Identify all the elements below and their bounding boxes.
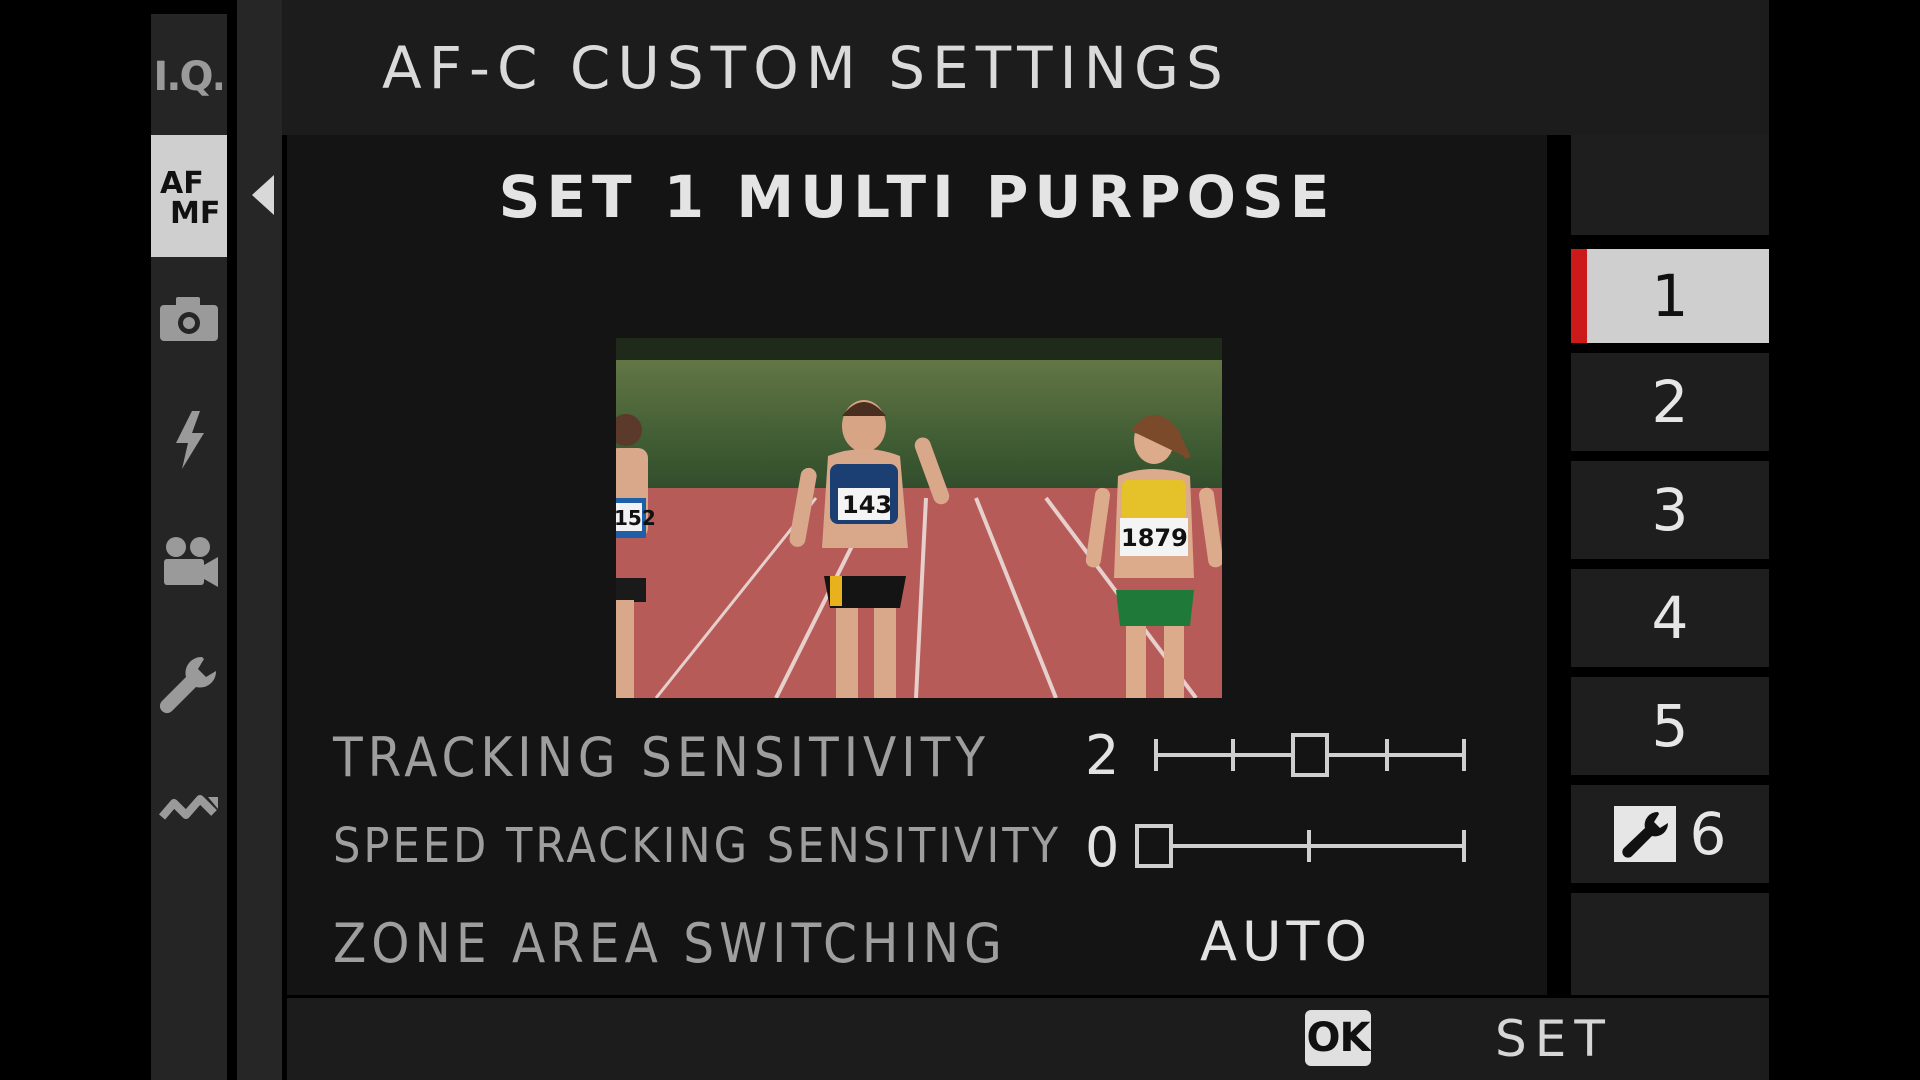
speed-tracking-sensitivity-slider[interactable]: [1132, 818, 1474, 874]
set-item-label: 1: [1651, 262, 1689, 330]
speed-tracking-sensitivity-value: 0: [1085, 816, 1120, 879]
set-item-label: 5: [1651, 692, 1689, 760]
svg-text:MF: MF: [170, 196, 220, 229]
set-item-4[interactable]: 4: [1571, 569, 1769, 667]
zone-area-switching-value[interactable]: AUTO: [1200, 910, 1372, 973]
camera-icon: [160, 297, 218, 341]
movie-tab[interactable]: [151, 501, 227, 623]
set-item-6[interactable]: 6: [1571, 785, 1769, 883]
back-arrow-icon[interactable]: [252, 175, 274, 215]
set-item-1[interactable]: 1: [1571, 249, 1769, 343]
set-item-2[interactable]: 2: [1571, 353, 1769, 451]
set-selector-header: [1571, 135, 1769, 235]
set-item-label: 3: [1651, 476, 1689, 544]
svg-text:143: 143: [842, 491, 892, 519]
shooting-tab[interactable]: [151, 257, 227, 379]
set-action-label: SET: [1495, 1010, 1613, 1068]
zone-area-switching-label: ZONE AREA SWITCHING: [333, 912, 1007, 975]
tracking-slider-knob[interactable]: [1291, 733, 1329, 777]
set-item-5[interactable]: 5: [1571, 677, 1769, 775]
speed-slider-knob[interactable]: [1135, 824, 1173, 868]
wrench-icon: [159, 656, 217, 714]
iq-tab[interactable]: I.Q.: [151, 14, 227, 136]
svg-text:152: 152: [616, 506, 656, 530]
submenu-bar: [237, 0, 282, 1080]
set-selector: 1 2 3 4 5 6: [1571, 135, 1769, 995]
set-item-label: 2: [1651, 368, 1689, 436]
selection-marker: [1571, 249, 1587, 343]
movie-icon: [164, 537, 218, 587]
setup-tab[interactable]: [151, 623, 227, 745]
set-item-3[interactable]: 3: [1571, 461, 1769, 559]
speed-tracking-sensitivity-label: SPEED TRACKING SENSITIVITY: [333, 818, 1062, 874]
af-mf-icon: AF MF: [160, 166, 220, 229]
flash-icon: [176, 411, 204, 469]
set-title: SET 1 MULTI PURPOSE: [498, 163, 1336, 231]
set-item-label: 6: [1689, 800, 1727, 868]
page-title: AF-C CUSTOM SETTINGS: [382, 34, 1230, 102]
connection-icon: [158, 795, 218, 820]
iq-icon: I.Q.: [156, 54, 222, 100]
tracking-sensitivity-value: 2: [1085, 724, 1120, 787]
tracking-sensitivity-label: TRACKING SENSITIVITY: [333, 726, 990, 789]
af-mf-tab[interactable]: AF MF: [151, 135, 227, 257]
wrench-icon: [1613, 806, 1676, 862]
set-item-label: 4: [1651, 584, 1689, 652]
svg-text:I.Q.: I.Q.: [156, 54, 222, 100]
runners-illustration: 152 143 1879: [616, 338, 1222, 698]
tracking-sensitivity-slider[interactable]: [1148, 727, 1474, 783]
set-selector-footer: [1571, 893, 1769, 995]
rail-divider: [227, 0, 237, 1080]
preview-photo: 152 143 1879: [616, 338, 1222, 698]
menu-tab-rail: I.Q. AF MF: [151, 14, 227, 1080]
flash-tab[interactable]: [151, 379, 227, 501]
svg-text:1879: 1879: [1121, 524, 1188, 552]
ok-button[interactable]: OK: [1305, 1010, 1371, 1066]
connection-tab[interactable]: [151, 745, 227, 867]
